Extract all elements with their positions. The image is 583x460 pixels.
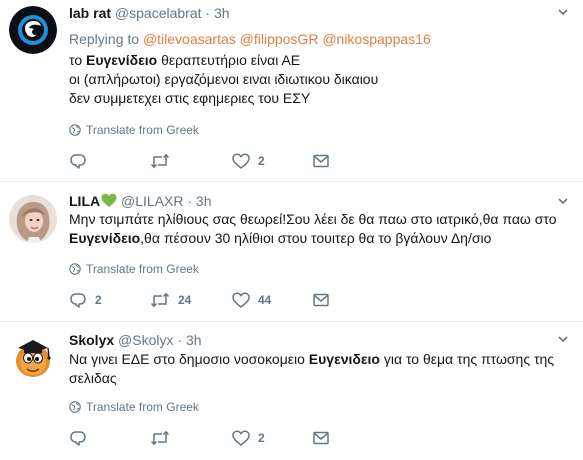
tweet-text-line: σελιδας [69,369,569,388]
search-keyword: Ευγενιδειο [308,351,380,367]
tweet-text-line: Μην τσιμπάτε ηλίθιους σας θεωρεί!Σου λέε… [69,210,569,229]
timestamp[interactable]: 3h [186,332,202,348]
text-segment: ,θα πέσουν 30 ηλίθιοι στου τουιτερ θα το… [140,230,492,246]
text-segment: θεραπευτήριο είναι ΑΕ [157,52,301,68]
retweet-icon [150,293,170,307]
text-segment: οι (απλήρωτοι) εργαζόμενοι ειναι ιδιωτικ… [69,71,379,87]
tweet-actions: 2 24 44 [69,290,339,310]
chevron-down-icon[interactable] [557,6,569,18]
direct-message-button[interactable] [313,151,337,171]
reply-button[interactable] [69,428,95,448]
envelope-icon [313,431,329,445]
cartoon-character-avatar-icon [16,340,51,377]
chevron-down-icon[interactable] [557,333,569,345]
envelope-icon [313,154,329,168]
globe-icon [69,124,81,136]
translate-label: Translate from Greek [86,123,199,137]
translate-label: Translate from Greek [86,400,199,414]
fullname[interactable]: Skolyx [69,332,114,348]
green-heart-icon [101,193,117,207]
timestamp[interactable]: 3h [214,5,230,21]
text-segment: για το θεμα της πτωσης της [379,351,555,367]
avatar[interactable] [9,6,57,54]
heart-icon [232,153,250,169]
like-count: 2 [258,431,265,445]
mention-link[interactable]: @filipposGR [240,31,319,47]
tweet-text-line: οι (απλήρωτοι) εργαζόμενοι ειναι ιδιωτικ… [69,70,569,89]
translate-link[interactable]: Translate from Greek [69,262,199,276]
direct-message-button[interactable] [313,290,337,310]
separator-dot: · [187,193,193,209]
tweet-actions: 2 [69,151,339,171]
translate-link[interactable]: Translate from Greek [69,400,199,414]
like-button[interactable]: 2 [232,428,265,448]
tweet[interactable]: Skolyx @Skolyx · 3h Να γινει ΕΔΕ στο δημ… [0,321,583,460]
mention-link[interactable]: @tilevoasartas [143,31,236,47]
username[interactable]: @spacelabrat [115,5,202,21]
tweet-feed: lab rat @spacelabrat · 3h Replying to @t… [0,0,583,460]
retweet-button[interactable] [150,428,178,448]
like-button[interactable]: 44 [232,290,271,310]
lab-rat-avatar-icon [9,6,57,54]
woman-photo-avatar-icon [9,195,57,243]
avatar[interactable] [9,195,57,243]
fullname[interactable]: lab rat [69,5,111,21]
envelope-icon [313,293,329,307]
like-count: 44 [258,293,272,307]
timestamp[interactable]: 3h [196,193,212,209]
like-button[interactable]: 2 [232,151,265,171]
tweet-text-line: το Ευγενίδειο θεραπευτήριο είναι ΑΕ [69,51,569,70]
search-keyword: Ευγενίδειο [86,52,158,68]
text-segment: δεν συμμετεχει στις εφημεριες του ΕΣΥ [69,90,311,106]
tweet-text-line: Ευγενίδειο,θα πέσουν 30 ηλίθιοι στου του… [69,229,569,248]
username[interactable]: @Skolyx [118,332,173,348]
reply-button[interactable] [69,151,95,171]
avatar[interactable] [9,331,57,379]
retweet-count: 24 [178,293,192,307]
globe-icon [69,263,81,275]
globe-icon [69,401,81,413]
replying-to-label: Replying to [69,31,140,47]
tweet[interactable]: LILA @LILAXR · 3h Μην τσιμπάτε ηλίθιους … [0,181,583,321]
username[interactable]: @LILAXR [121,193,183,209]
tweet-text-line: δεν συμμετεχει στις εφημεριες του ΕΣΥ [69,89,569,108]
mention-link[interactable]: @nikospappas16 [322,31,430,47]
reply-context: Replying to @tilevoasartas @filipposGR @… [69,31,431,47]
tweet-header: lab rat @spacelabrat · 3h [69,4,230,22]
translate-link[interactable]: Translate from Greek [69,123,199,137]
tweet-text: το Ευγενίδειο θεραπευτήριο είναι ΑΕ οι (… [69,51,569,108]
reply-button[interactable]: 2 [69,290,102,310]
like-count: 2 [258,154,265,168]
separator-dot: · [205,5,211,21]
fullname[interactable]: LILA [69,193,100,209]
reply-icon [70,154,86,169]
retweet-button[interactable]: 24 [150,290,191,310]
tweet-text-line: Να γινει ΕΔΕ στο δημοσιο νοσοκομειο Ευγε… [69,350,569,369]
reply-icon [70,293,86,308]
text-segment: Μην τσιμπάτε ηλίθιους σας θεωρεί!Σου λέε… [69,211,557,227]
tweet-header: LILA @LILAXR · 3h [69,192,212,212]
heart-icon [232,430,250,446]
text-segment: το [69,52,87,68]
retweet-button[interactable] [150,151,178,171]
reply-count: 2 [95,293,102,307]
retweet-icon [150,154,170,168]
tweet[interactable]: lab rat @spacelabrat · 3h Replying to @t… [0,0,583,181]
reply-icon [70,431,86,446]
tweet-text: Να γινει ΕΔΕ στο δημοσιο νοσοκομειο Ευγε… [69,350,569,388]
tweet-text: Μην τσιμπάτε ηλίθιους σας θεωρεί!Σου λέε… [69,210,569,248]
heart-icon [232,292,250,308]
text-segment: Να γινει ΕΔΕ στο δημοσιο νοσοκομειο [69,351,309,367]
direct-message-button[interactable] [313,428,337,448]
chevron-down-icon[interactable] [557,195,569,207]
search-keyword: Ευγενίδειο [69,230,141,246]
translate-label: Translate from Greek [86,262,199,276]
tweet-header: Skolyx @Skolyx · 3h [69,331,202,349]
tweet-actions: 2 [69,428,339,448]
text-segment: σελιδας [69,370,117,386]
separator-dot: · [177,332,183,348]
retweet-icon [150,431,170,445]
